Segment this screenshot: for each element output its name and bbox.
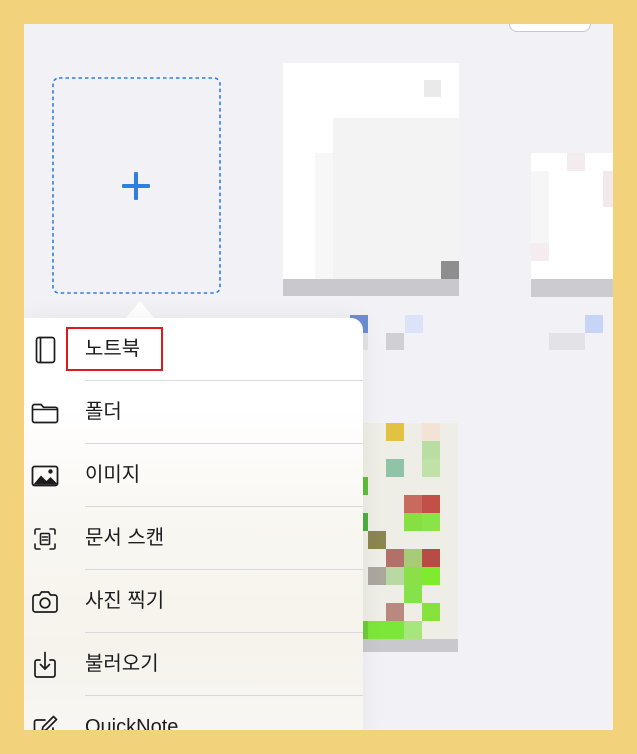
menu-item-quicknote[interactable]: QuickNote: [24, 696, 363, 730]
thumbnail-pixel: [368, 531, 386, 549]
thumbnail-pixel: [424, 80, 441, 97]
menu-item-folder[interactable]: 폴더: [24, 381, 363, 444]
thumbnail-pixel: [422, 567, 440, 585]
menu-item-label: 이미지: [85, 464, 141, 486]
thumbnail-pixel: [441, 261, 459, 279]
thumbnail-pixel: [386, 549, 404, 567]
thumbnail-pixel: [368, 621, 386, 639]
thumbnail-pixel: [283, 279, 459, 296]
thumbnail-pixel: [404, 621, 422, 639]
new-item-button[interactable]: [52, 77, 221, 294]
thumbnail-pixel: [386, 621, 404, 639]
menu-item-document-scan[interactable]: 문서 스캔: [24, 507, 363, 570]
thumbnail-pixel: [422, 459, 440, 477]
menu-item-label: 문서 스캔: [85, 527, 165, 549]
plus-icon: [122, 172, 150, 200]
image-icon: [30, 461, 60, 491]
thumbnail-pixel: [404, 567, 422, 585]
thumbnail-pixel: [368, 567, 386, 585]
thumbnail-pixel: [422, 603, 440, 621]
thumbnail-pixel: [531, 171, 549, 243]
menu-item-take-photo[interactable]: 사진 찍기: [24, 570, 363, 633]
thumbnail-pixel: [386, 459, 404, 477]
caption-pixel: [549, 333, 585, 350]
camera-icon: [30, 587, 60, 617]
thumbnail-pixel: [422, 549, 440, 567]
menu-item-image[interactable]: 이미지: [24, 444, 363, 507]
thumbnail-pixel: [422, 495, 440, 513]
notebook-thumbnail[interactable]: [531, 153, 613, 297]
thumbnail-pixel: [350, 639, 458, 652]
thumbnail-pixel: [386, 567, 404, 585]
menu-item-label: 폴더: [85, 401, 122, 423]
document-scan-icon: [30, 524, 60, 554]
thumbnail-pixel: [531, 243, 549, 261]
thumbnail-pixel: [422, 423, 440, 441]
thumbnail-pixel: [567, 153, 585, 171]
notebook-thumbnail[interactable]: [350, 423, 458, 652]
notebook-thumbnail[interactable]: [283, 63, 459, 296]
thumbnail-pixel: [603, 171, 613, 207]
caption-pixel: [405, 315, 423, 333]
thumbnail-pixel: [531, 279, 613, 297]
thumbnail-pixel: [422, 513, 440, 531]
popover-arrow: [126, 301, 154, 318]
book-icon: [30, 335, 60, 365]
menu-item-import[interactable]: 불러오기: [24, 633, 363, 696]
import-icon: [30, 650, 60, 680]
thumbnail-pixel: [386, 603, 404, 621]
thumbnail-pixel: [404, 549, 422, 567]
caption-pixel: [386, 333, 404, 350]
thumbnail-pixel: [386, 423, 404, 441]
menu-item-label: 불러오기: [85, 653, 159, 675]
thumbnail-pixel: [404, 495, 422, 513]
menu-item-label: QuickNote: [85, 716, 179, 730]
quicknote-icon: [30, 713, 60, 730]
folder-icon: [30, 398, 60, 428]
top-toolbar-button[interactable]: [509, 24, 591, 32]
thumbnail-pixel: [404, 585, 422, 603]
thumbnail-pixel: [333, 118, 459, 279]
add-menu-popover: 노트북 폴더 이미지 문서 스캔 사진 찍기 불러오기 QuickNote: [24, 318, 363, 730]
menu-item-notebook[interactable]: 노트북: [24, 318, 363, 381]
caption-pixel: [585, 315, 603, 333]
menu-item-label: 사진 찍기: [85, 590, 165, 612]
thumbnail-pixel: [404, 513, 422, 531]
thumbnail-pixel: [422, 441, 440, 459]
thumbnail-pixel: [315, 153, 333, 279]
highlight-box: [66, 327, 163, 371]
notes-canvas: 노트북 폴더 이미지 문서 스캔 사진 찍기 불러오기 QuickNote: [24, 24, 613, 730]
